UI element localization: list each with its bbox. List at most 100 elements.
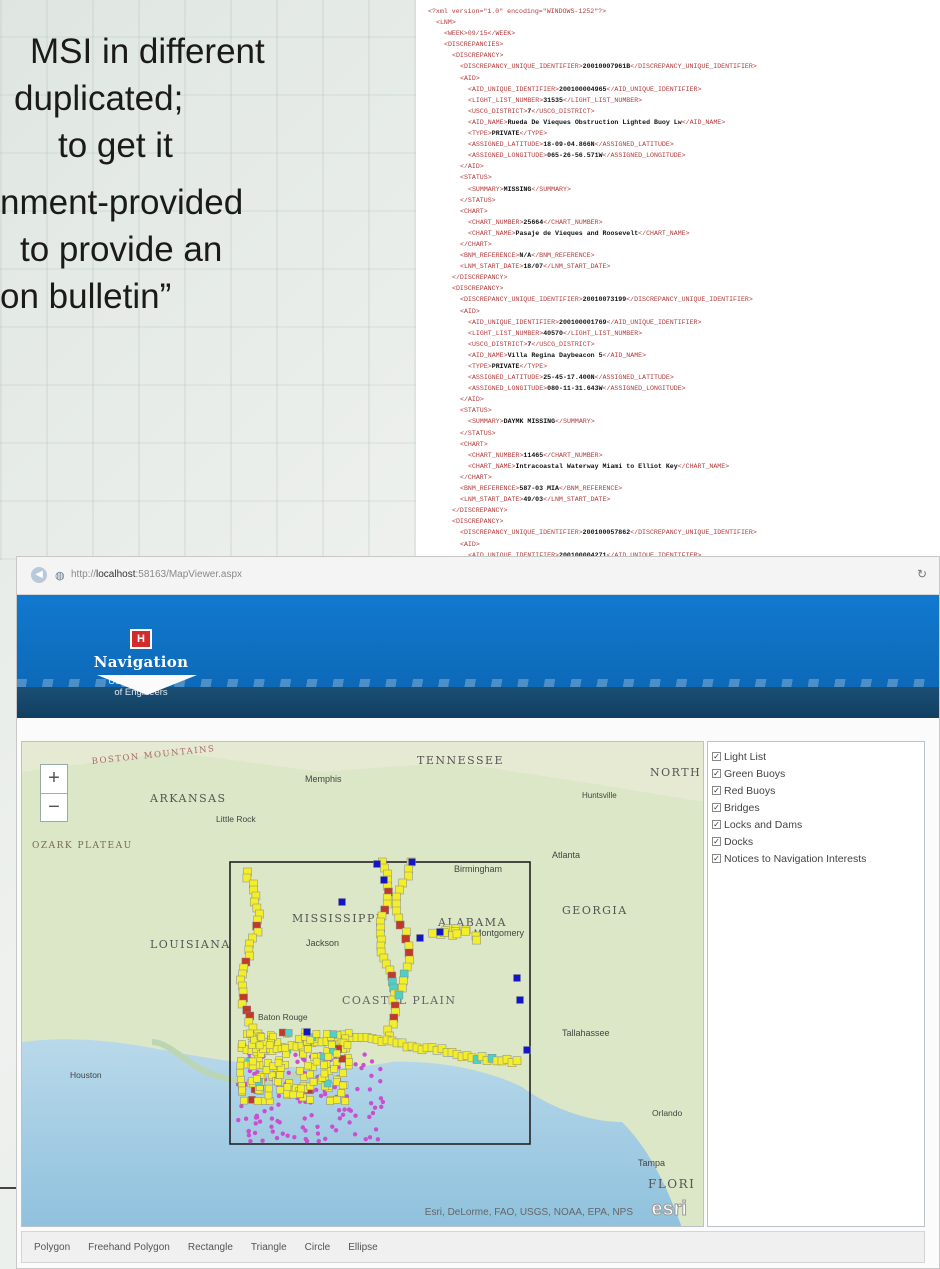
nav-feature-marker[interactable] <box>513 974 521 982</box>
notice-marker[interactable] <box>269 1106 274 1111</box>
layer-item[interactable]: ✓ Bridges <box>712 799 924 816</box>
layer-checkbox[interactable]: ✓ <box>712 752 721 761</box>
notice-marker[interactable] <box>254 1113 259 1119</box>
nav-feature-marker[interactable] <box>306 1095 314 1104</box>
notice-marker[interactable] <box>262 1108 267 1114</box>
notice-marker[interactable] <box>330 1124 335 1129</box>
nav-feature-marker[interactable] <box>323 1029 331 1038</box>
nav-feature-marker[interactable] <box>297 1084 305 1093</box>
map-view[interactable]: BOSTON MOUNTAINS TENNESSEE NORTH ARKANSAS Me… <box>21 741 704 1227</box>
notice-marker[interactable] <box>276 1093 282 1099</box>
notice-marker[interactable] <box>243 1116 249 1121</box>
notice-marker[interactable] <box>342 1107 347 1112</box>
nav-feature-marker[interactable] <box>333 1049 341 1058</box>
notice-marker[interactable] <box>370 1110 376 1116</box>
notice-marker[interactable] <box>269 1124 274 1129</box>
nav-feature-marker[interactable] <box>343 1041 352 1050</box>
notice-marker[interactable] <box>257 1119 263 1124</box>
notice-marker[interactable] <box>367 1114 372 1120</box>
nav-feature-marker[interactable] <box>338 898 346 906</box>
notice-marker[interactable] <box>280 1131 286 1136</box>
layer-checkbox[interactable]: ✓ <box>712 820 721 829</box>
layer-item[interactable]: ✓ Notices to Navigation Interests <box>712 850 924 867</box>
draw-tool-ellipse[interactable]: Ellipse <box>348 1242 377 1253</box>
nav-feature-marker[interactable] <box>274 1078 282 1086</box>
draw-tool-circle[interactable]: Circle <box>305 1242 331 1253</box>
nav-feature-marker[interactable] <box>341 1097 350 1105</box>
notice-marker[interactable] <box>340 1112 346 1117</box>
nav-feature-marker[interactable] <box>436 928 444 936</box>
nav-feature-marker[interactable] <box>373 860 381 868</box>
zoom-in-button[interactable]: + <box>41 765 67 793</box>
nav-feature-marker[interactable] <box>249 1057 257 1066</box>
nav-feature-marker[interactable] <box>265 1041 274 1049</box>
notice-marker[interactable] <box>373 1127 379 1132</box>
notice-marker[interactable] <box>367 1135 373 1140</box>
nav-feature-marker[interactable] <box>523 1046 531 1054</box>
nav-feature-marker[interactable] <box>284 1029 293 1037</box>
nav-feature-marker[interactable] <box>306 1070 314 1079</box>
draw-tool-rectangle[interactable]: Rectangle <box>188 1242 233 1253</box>
notice-marker[interactable] <box>248 1138 253 1144</box>
notice-marker[interactable] <box>302 1116 307 1121</box>
notice-marker[interactable] <box>239 1103 244 1109</box>
nav-feature-marker[interactable] <box>236 1061 245 1070</box>
nav-feature-marker[interactable] <box>276 1086 285 1094</box>
layer-checkbox[interactable]: ✓ <box>712 786 721 795</box>
map-canvas[interactable]: BOSTON MOUNTAINS TENNESSEENORTHARKANSASMe… <box>22 742 704 1227</box>
nav-feature-marker[interactable] <box>328 1040 336 1049</box>
notice-marker[interactable] <box>362 1052 367 1057</box>
notice-marker[interactable] <box>336 1108 342 1113</box>
reload-icon[interactable]: ↻ <box>917 567 927 581</box>
notice-marker[interactable] <box>315 1124 320 1129</box>
notice-marker[interactable] <box>369 1073 374 1079</box>
notice-marker[interactable] <box>337 1116 343 1121</box>
layer-checkbox[interactable]: ✓ <box>712 837 721 846</box>
notice-marker[interactable] <box>369 1059 375 1064</box>
notice-marker[interactable] <box>253 1121 258 1126</box>
nav-feature-marker[interactable] <box>274 1058 283 1067</box>
nav-feature-marker[interactable] <box>512 1056 522 1065</box>
nav-feature-marker[interactable] <box>338 1081 347 1090</box>
layer-item[interactable]: ✓ Green Buoys <box>712 765 924 782</box>
nav-feature-marker[interactable] <box>324 1052 333 1061</box>
notice-marker[interactable] <box>286 1070 291 1076</box>
nav-feature-marker[interactable] <box>339 1069 347 1078</box>
notice-marker[interactable] <box>347 1120 352 1125</box>
notice-marker[interactable] <box>367 1087 373 1092</box>
nav-feature-marker[interactable] <box>337 1089 346 1097</box>
nav-feature-marker[interactable] <box>253 1097 262 1105</box>
notice-marker[interactable] <box>275 1118 280 1124</box>
notice-marker[interactable] <box>260 1138 265 1143</box>
notice-marker[interactable] <box>309 1113 314 1118</box>
nav-feature-marker[interactable] <box>257 1033 266 1041</box>
nav-feature-marker[interactable] <box>289 1090 298 1099</box>
nav-feature-marker[interactable] <box>380 876 388 884</box>
notice-marker[interactable] <box>246 1129 251 1134</box>
nav-feature-marker[interactable] <box>452 929 462 939</box>
nav-feature-marker[interactable] <box>345 1058 353 1066</box>
nav-feature-marker[interactable] <box>276 1071 284 1079</box>
draw-tool-polygon[interactable]: Polygon <box>34 1242 70 1253</box>
nav-feature-marker[interactable] <box>281 1044 290 1052</box>
notice-marker[interactable] <box>315 1131 321 1136</box>
notice-marker[interactable] <box>378 1096 384 1101</box>
notice-marker[interactable] <box>375 1137 381 1142</box>
nav-feature-marker[interactable] <box>236 1068 244 1077</box>
notice-marker[interactable] <box>323 1136 328 1142</box>
nav-feature-marker[interactable] <box>408 858 416 866</box>
nav-feature-marker[interactable] <box>237 1075 245 1084</box>
notice-marker[interactable] <box>269 1116 275 1121</box>
nav-feature-marker[interactable] <box>312 1030 321 1038</box>
layer-checkbox[interactable]: ✓ <box>712 803 721 812</box>
nav-feature-marker[interactable] <box>330 1065 338 1073</box>
notice-marker[interactable] <box>346 1107 352 1112</box>
nav-feature-marker[interactable] <box>262 1066 271 1074</box>
nav-feature-marker[interactable] <box>304 1061 312 1070</box>
nav-feature-marker[interactable] <box>312 1057 321 1066</box>
zoom-out-button[interactable]: − <box>41 793 67 821</box>
notice-marker[interactable] <box>316 1138 321 1144</box>
notice-marker[interactable] <box>252 1130 258 1136</box>
nav-feature-marker[interactable] <box>309 1078 318 1086</box>
notice-marker[interactable] <box>276 1102 281 1107</box>
